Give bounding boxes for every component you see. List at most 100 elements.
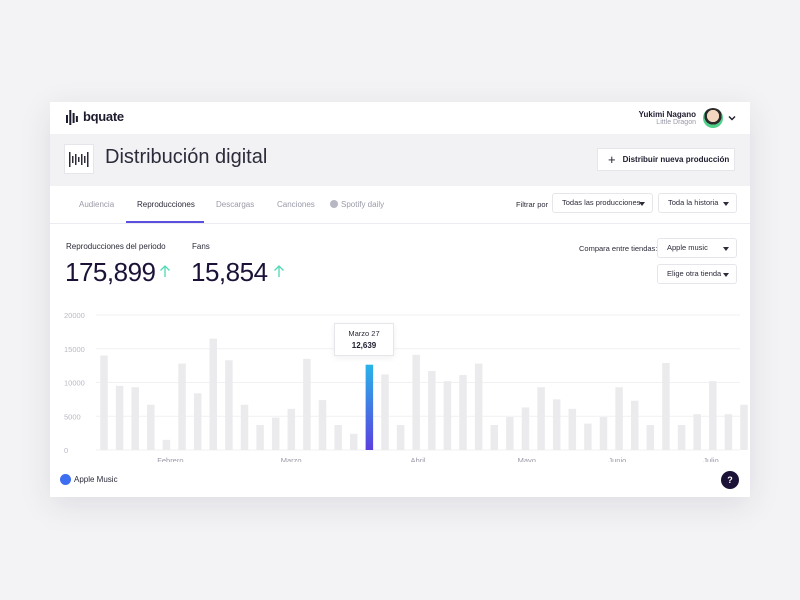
caret-down-icon: [723, 202, 729, 206]
bar[interactable]: [225, 360, 233, 450]
user-name: Yukimi Nagano: [638, 110, 696, 119]
bar[interactable]: [209, 338, 218, 450]
tab-descargas[interactable]: Descargas: [216, 200, 254, 209]
bar[interactable]: [381, 374, 389, 450]
plays-bar-chart: 0 5000 10000 15000 20000 Febrero Marzo Abril May…: [64, 311, 748, 462]
caret-down-icon: [723, 247, 729, 251]
bar[interactable]: [443, 381, 452, 450]
chart-tooltip: Marzo 27 12,639: [334, 323, 394, 356]
user-subtitle: Little Dragon: [656, 119, 696, 126]
bar[interactable]: [147, 404, 155, 450]
bar[interactable]: [552, 399, 561, 450]
y-tick-label: 10000: [64, 379, 85, 388]
caret-down-icon: [639, 202, 645, 206]
bar[interactable]: [459, 375, 467, 450]
fans-value: 15,854: [191, 257, 268, 287]
bar[interactable]: [318, 400, 327, 450]
bar[interactable]: [100, 355, 108, 451]
x-month-label: Junio: [608, 456, 626, 462]
compare-label: Compara entre tiendas:: [579, 244, 658, 253]
bar[interactable]: [506, 416, 514, 450]
fans-label: Fans: [192, 242, 210, 251]
trend-up-icon: [274, 265, 284, 277]
tooltip-value: 12,639: [351, 341, 377, 350]
store-1-value: Apple music: [667, 243, 708, 252]
bar-highlighted[interactable]: [365, 364, 374, 450]
store-2-value: Elige otra tienda: [667, 269, 722, 278]
bar[interactable]: [193, 393, 202, 450]
bar[interactable]: [646, 425, 655, 450]
productions-dropdown-value: Todas las producciones: [562, 198, 641, 207]
bar[interactable]: [396, 425, 405, 450]
bar[interactable]: [303, 358, 311, 450]
tooltip-date: Marzo 27: [348, 329, 380, 338]
bar[interactable]: [131, 387, 139, 450]
x-month-label: Marzo: [281, 456, 302, 462]
bar[interactable]: [240, 404, 249, 450]
main-card: bquate Yukimi Nagano Little Dragon Distr…: [50, 102, 750, 497]
store-1-dropdown[interactable]: Apple music: [657, 238, 737, 258]
active-tab-indicator: [126, 221, 204, 223]
bar[interactable]: [490, 425, 498, 450]
legend-dot: [60, 474, 71, 485]
bar[interactable]: [537, 387, 545, 450]
new-production-button[interactable]: + Distribuir nueva producción: [597, 148, 735, 171]
caret-down-icon: [723, 273, 729, 277]
plays-value: 175,899: [65, 257, 156, 287]
bar[interactable]: [630, 400, 639, 450]
avatar[interactable]: [703, 108, 723, 128]
bar[interactable]: [662, 362, 670, 450]
tab-canciones[interactable]: Canciones: [277, 200, 315, 209]
bar[interactable]: [740, 404, 748, 450]
bar[interactable]: [412, 354, 420, 450]
store-2-dropdown[interactable]: Elige otra tienda: [657, 264, 737, 284]
productions-dropdown[interactable]: Todas las producciones: [552, 193, 653, 213]
bquate-logo-icon: [66, 110, 78, 125]
y-tick-label: 20000: [64, 311, 85, 320]
x-month-label: Febrero: [157, 456, 183, 462]
plays-label: Reproducciones del periodo: [66, 242, 166, 251]
bar[interactable]: [350, 433, 358, 450]
legend-label: Apple Music: [74, 475, 118, 484]
tab-reproducciones[interactable]: Reproducciones: [137, 200, 195, 209]
top-bar: bquate Yukimi Nagano Little Dragon: [50, 102, 750, 134]
y-tick-label: 0: [64, 446, 68, 455]
bar[interactable]: [724, 414, 733, 450]
y-tick-label: 5000: [64, 412, 81, 421]
x-month-label: Julio: [703, 456, 718, 462]
logo-text: bquate: [83, 109, 124, 124]
y-tick-label: 15000: [64, 345, 85, 354]
bar[interactable]: [599, 416, 608, 450]
bar[interactable]: [693, 414, 701, 450]
tab-spotify-label: Spotify daily: [341, 200, 385, 209]
bar[interactable]: [584, 423, 592, 450]
page-header: Distribución digital + Distribuir nueva …: [50, 134, 750, 186]
bar[interactable]: [256, 425, 264, 450]
tab-audiencia[interactable]: Audiencia: [79, 200, 114, 209]
bar[interactable]: [334, 425, 342, 450]
plus-icon: +: [608, 152, 616, 167]
bar[interactable]: [677, 425, 686, 450]
bar[interactable]: [474, 363, 483, 450]
bar[interactable]: [521, 407, 530, 450]
chevron-down-icon[interactable]: [727, 113, 737, 123]
bar[interactable]: [115, 385, 124, 450]
tab-spotify-daily[interactable]: Spotify daily: [330, 200, 384, 209]
history-dropdown-value: Toda la historia: [668, 198, 719, 207]
bar[interactable]: [709, 381, 717, 450]
bar[interactable]: [178, 363, 186, 450]
chart-legend[interactable]: Apple Music: [60, 474, 118, 485]
bar[interactable]: [428, 371, 436, 450]
new-production-label: Distribuir nueva producción: [622, 155, 730, 164]
spotify-icon: [330, 200, 338, 208]
bar[interactable]: [287, 408, 296, 450]
trend-up-icon: [160, 265, 170, 277]
help-button[interactable]: ?: [721, 471, 739, 489]
page-title: Distribución digital: [105, 146, 268, 168]
bar[interactable]: [568, 408, 577, 450]
bar[interactable]: [271, 417, 280, 450]
history-dropdown[interactable]: Toda la historia: [658, 193, 737, 213]
bar[interactable]: [162, 439, 171, 450]
production-icon: [64, 144, 94, 174]
bar[interactable]: [615, 387, 623, 450]
